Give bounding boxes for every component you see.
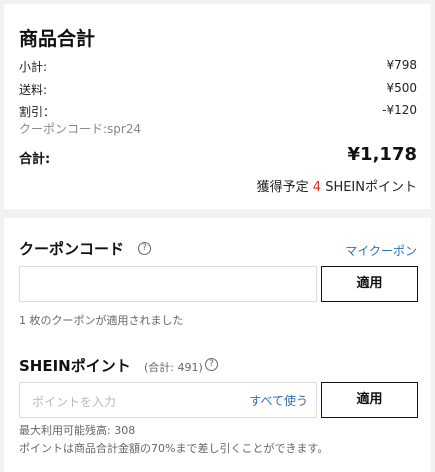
points-total-note: (合計: 491): [143, 361, 203, 374]
discount-value: -¥120: [382, 103, 417, 117]
total-value: ¥1,178: [347, 144, 417, 165]
coupon-help-icon[interactable]: ?: [138, 242, 151, 255]
applied-coupon-code: クーポンコード:spr24: [19, 122, 142, 136]
points-max-note: 最大利用可能残高: 308: [19, 424, 136, 437]
use-all-points-link[interactable]: すべて使う: [249, 392, 308, 409]
points-input[interactable]: ポイントを入力 すべて使う: [19, 382, 317, 418]
coupon-section-title: クーポンコード: [19, 238, 124, 259]
points-apply-button[interactable]: 適用: [321, 382, 418, 418]
total-label: 合計:: [19, 152, 51, 167]
shipping-label: 送料:: [19, 83, 48, 97]
earned-points-number: 4: [312, 180, 322, 195]
points-section-title: SHEINポイント (合計: 491): [19, 355, 203, 376]
summary-title: 商品合計: [19, 28, 96, 50]
coupon-applied-note: 1 枚のクーポンが適用されました: [19, 314, 184, 327]
points-title: SHEINポイント: [19, 357, 131, 375]
coupon-code-input[interactable]: [19, 266, 317, 302]
points-input-placeholder: ポイントを入力: [32, 395, 117, 409]
coupon-title: クーポンコード: [19, 240, 125, 258]
earned-points-prefix: 獲得予定: [256, 180, 309, 195]
coupon-apply-button[interactable]: 適用: [321, 266, 418, 302]
earned-points-suffix: SHEINポイント: [325, 180, 417, 195]
order-summary-card: 商品合計 小計: ¥798 送料: ¥500 割引： -¥120 クーポンコード…: [4, 4, 431, 209]
points-limit-note: ポイントは商品合計金額の70%まで差し引くことができます。: [19, 442, 329, 455]
subtotal-value: ¥798: [386, 58, 417, 72]
my-coupon-link[interactable]: マイクーポン: [345, 242, 417, 259]
points-help-icon[interactable]: ?: [205, 358, 218, 371]
discount-label: 割引：: [19, 105, 56, 119]
discount-card: クーポンコード ? マイクーポン 適用 1 枚のクーポンが適用されました SHE…: [4, 218, 431, 472]
subtotal-label: 小計:: [19, 60, 48, 74]
earned-points-line: 獲得予定 4 SHEINポイント: [257, 176, 417, 195]
shipping-value: ¥500: [386, 81, 417, 95]
